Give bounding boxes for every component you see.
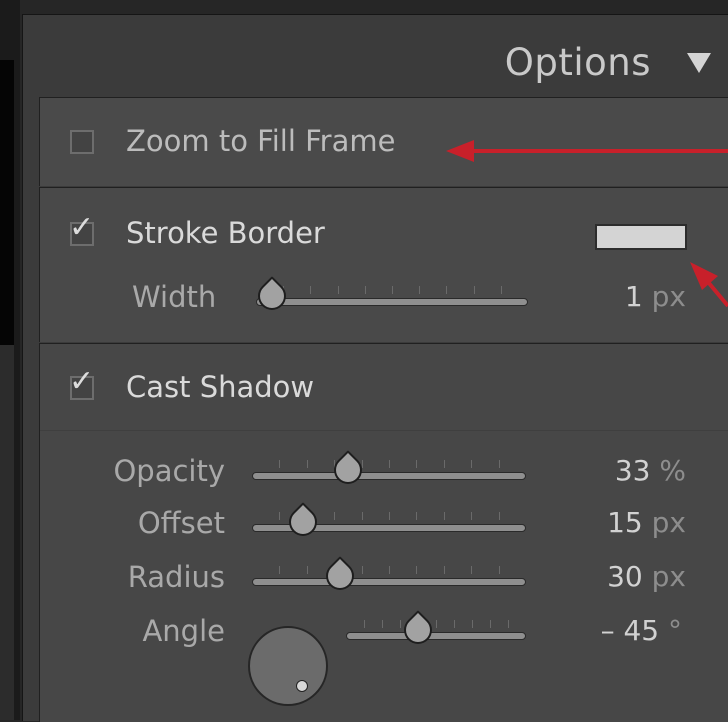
annotation-arrow-stroke [690,262,728,308]
annotation-arrow-zoom [446,140,728,162]
annotation-arrows [446,140,728,308]
